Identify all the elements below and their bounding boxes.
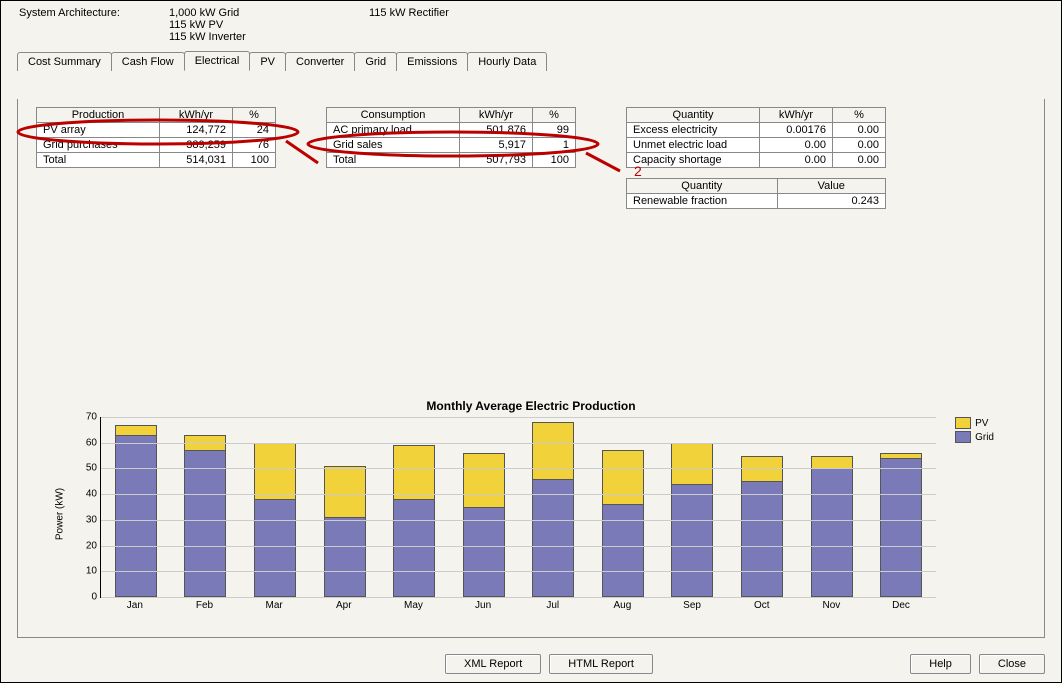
header-col1-0: 1,000 kW Grid: [169, 7, 369, 19]
bar-column: [811, 456, 853, 597]
bar-column: [741, 456, 783, 597]
bar-pv: [532, 422, 574, 479]
table-row: Renewable fraction0.243: [627, 194, 886, 209]
bar-grid: [184, 450, 226, 597]
xml-report-button[interactable]: XML Report: [445, 654, 541, 674]
tab-converter[interactable]: Converter: [285, 52, 355, 71]
table-row: Unmet electric load0.000.00: [627, 138, 886, 153]
bar-pv: [254, 443, 296, 500]
table-row: Total514,031100: [37, 153, 276, 168]
table-row: Grid sales5,9171: [327, 138, 576, 153]
header-col1-2: 115 kW Inverter: [169, 31, 369, 43]
bar-grid: [532, 479, 574, 597]
bar-grid: [880, 458, 922, 597]
bar-grid: [671, 484, 713, 597]
bar-grid: [811, 468, 853, 597]
monthly-production-chart: Monthly Average Electric Production Powe…: [66, 399, 996, 619]
tab-bar: Cost SummaryCash FlowElectricalPVConvert…: [17, 51, 1045, 72]
system-architecture-header: System Architecture: 1,000 kW Grid 115 k…: [1, 1, 1061, 45]
tab-cash-flow[interactable]: Cash Flow: [111, 52, 185, 71]
bar-column: [602, 450, 644, 597]
tab-emissions[interactable]: Emissions: [396, 52, 468, 71]
bar-pv: [671, 443, 713, 484]
bar-pv: [602, 450, 644, 504]
tab-content-electrical: ProductionkWh/yr%PV array124,77224Grid p…: [17, 99, 1045, 638]
table-row: Total507,793100: [327, 153, 576, 168]
help-button[interactable]: Help: [910, 654, 971, 674]
header-col1-1: 115 kW PV: [169, 19, 369, 31]
chart-ylabel: Power (kW): [55, 488, 66, 540]
chart-legend: PV Grid: [955, 417, 994, 445]
close-button[interactable]: Close: [979, 654, 1045, 674]
bar-pv: [463, 453, 505, 507]
bar-grid: [254, 499, 296, 597]
bar-column: [184, 435, 226, 597]
table-row: Capacity shortage0.000.00: [627, 153, 886, 168]
bar-grid: [602, 504, 644, 597]
html-report-button[interactable]: HTML Report: [549, 654, 653, 674]
bar-pv: [811, 456, 853, 469]
header-col2-0: 115 kW Rectifier: [369, 7, 569, 19]
bar-grid: [324, 517, 366, 597]
quantity-table-2: QuantityValueRenewable fraction0.243: [626, 178, 886, 209]
legend-swatch-grid: [955, 431, 971, 443]
bar-grid: [115, 435, 157, 597]
bar-column: [324, 466, 366, 597]
bar-grid: [393, 499, 435, 597]
bar-pv: [393, 445, 435, 499]
tab-hourly-data[interactable]: Hourly Data: [467, 52, 547, 71]
table-row: PV array124,77224: [37, 123, 276, 138]
header-label: System Architecture:: [19, 7, 169, 19]
bar-pv: [324, 466, 366, 517]
table-row: AC primary load501,87699: [327, 123, 576, 138]
consumption-table: ConsumptionkWh/yr%AC primary load501,876…: [326, 107, 576, 168]
legend-swatch-pv: [955, 417, 971, 429]
bar-column: [880, 453, 922, 597]
table-row: Excess electricity0.001760.00: [627, 123, 886, 138]
tab-electrical[interactable]: Electrical: [184, 51, 251, 71]
tab-grid[interactable]: Grid: [354, 52, 397, 71]
table-row: Grid purchases389,25976: [37, 138, 276, 153]
production-table: ProductionkWh/yr%PV array124,77224Grid p…: [36, 107, 276, 168]
chart-title: Monthly Average Electric Production: [66, 399, 996, 413]
quantity-table-1: QuantitykWh/yr%Excess electricity0.00176…: [626, 107, 886, 168]
bar-column: [463, 453, 505, 597]
tab-pv[interactable]: PV: [249, 52, 286, 71]
button-bar: XML Report HTML Report Help Close: [1, 654, 1061, 674]
bar-pv: [115, 425, 157, 435]
tab-cost-summary[interactable]: Cost Summary: [17, 52, 112, 71]
bar-grid: [741, 481, 783, 597]
